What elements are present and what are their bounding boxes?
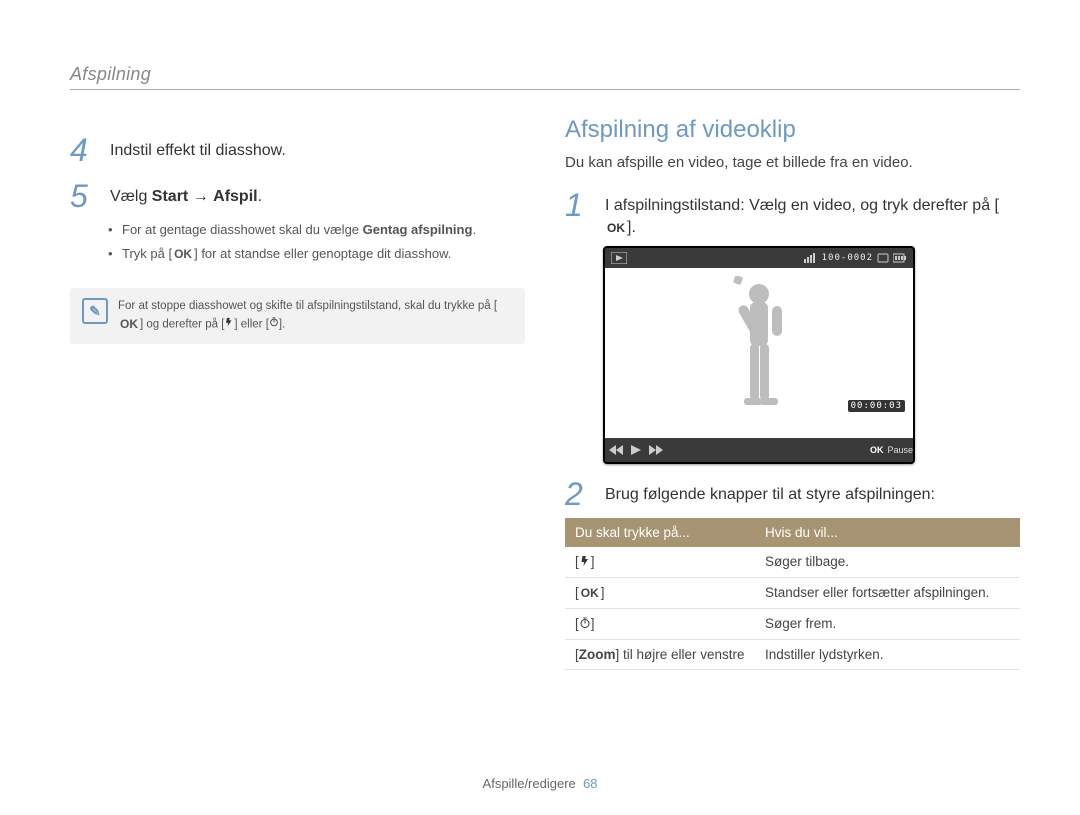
ok-icon: OK [172,244,194,264]
timecode: 00:00:03 [848,400,905,412]
step-number: 5 [70,180,98,212]
note-callout: ✎ For at stoppe diasshowet og skifte til… [70,288,525,344]
status-icons: 100-0002 [804,253,907,263]
signal-icon [804,253,818,263]
ok-icon: OK [579,585,601,601]
action-cell: Standser eller fortsætter afspilningen. [755,577,1020,608]
text: ] til højre eller venstre [616,647,745,662]
text: Vælg [110,188,152,205]
section-heading: Afspilning af videoklip [565,116,1020,144]
bold: Afspil [213,188,257,205]
flash-icon [579,555,591,570]
step-5: 5 Vælg Start → Afspil. [70,180,525,212]
table-row: [Zoom] til højre eller venstre Indstille… [565,640,1020,670]
arrow: → [188,188,213,205]
action-cell: Søger frem. [755,609,1020,640]
key-cell: [Zoom] til højre eller venstre [565,640,755,670]
manual-page: Afspilning 4 Indstil effekt til diasshow… [0,0,1080,815]
bullet-list: For at gentage diasshowet skal du vælge … [108,220,525,264]
play-icon [631,445,641,455]
text: ]. [279,318,285,330]
columns: 4 Indstil effekt til diasshow. 5 Vælg St… [70,120,1020,670]
step-1: 1 I afspilningstilstand: Vælg en video, … [565,189,1020,240]
battery-icon [893,253,907,263]
text: I afspilningstilstand: Vælg en video, og… [605,197,999,214]
text: Tryk på [ [122,246,172,261]
bold: Gentag afspilning [363,222,473,237]
table-header: Du skal trykke på... [565,518,755,547]
status-bar: 100-0002 [605,248,913,268]
ok-icon: OK [605,219,627,238]
controls-table: Du skal trykke på... Hvis du vil... [] S… [565,518,1020,670]
playback-bar: OK Pause [605,438,913,462]
text: ]. [627,219,636,236]
play-mode-icon [611,252,627,264]
bold: Start [152,188,188,205]
step-2: 2 Brug følgende knapper til at styre afs… [565,478,1020,510]
text: For at gentage diasshowet skal du vælge [122,222,363,237]
note-body: For at stoppe diasshowet og skifte til a… [118,298,513,334]
forward-icon [649,445,663,455]
ok-icon: OK [118,315,140,334]
key-cell: [] [565,609,755,640]
step-text: Brug følgende knapper til at styre afspi… [605,478,935,506]
step-number: 4 [70,134,98,166]
list-item: For at gentage diasshowet skal du vælge … [108,220,525,240]
text: ] og derefter på [ [140,318,224,330]
flash-icon [224,316,234,333]
text: ] eller [ [234,318,269,330]
text: . [472,222,476,237]
timer-icon [579,617,591,632]
ok-pause-hint: OK Pause [864,445,913,455]
text: For at stoppe diasshowet og skifte til a… [118,300,497,312]
key-cell: [] [565,547,755,577]
action-cell: Søger tilbage. [755,547,1020,577]
bold: Zoom [579,647,616,662]
rewind-icon [609,445,623,455]
text: ] for at standse eller genoptage dit dia… [194,246,451,261]
page-footer: Afspille/redigere 68 [0,776,1080,791]
left-column: 4 Indstil effekt til diasshow. 5 Vælg St… [70,120,525,670]
footer-section: Afspille/redigere [483,776,576,791]
camera-preview: 100-0002 [603,246,915,464]
action-cell: Indstiller lydstyrken. [755,640,1020,670]
table-row: [] Søger frem. [565,609,1020,640]
right-column: Afspilning af videoklip Du kan afspille … [565,120,1020,670]
memory-icon [877,253,889,263]
table-row: [OK] Standser eller fortsætter afspilnin… [565,577,1020,608]
pause-label: Pause [887,445,913,455]
video-frame: 00:00:03 [605,268,913,438]
note-icon: ✎ [82,298,108,324]
step-4: 4 Indstil effekt til diasshow. [70,134,525,166]
text: . [258,188,262,205]
page-number: 68 [583,776,597,791]
step-number: 2 [565,478,593,510]
key-cell: [OK] [565,577,755,608]
timer-icon [269,316,279,333]
ok-label: OK [870,445,884,455]
person-silhouette [714,276,804,431]
list-item: Tryk på [OK] for at standse eller genopt… [108,244,525,265]
step-number: 1 [565,189,593,221]
section-lede: Du kan afspille en video, tage et billed… [565,154,1020,171]
table-header: Hvis du vil... [755,518,1020,547]
step-text: Vælg Start → Afspil. [110,180,262,208]
step-text: I afspilningstilstand: Vælg en video, og… [605,189,1020,240]
running-head: Afspilning [70,64,1020,90]
table-row: [] Søger tilbage. [565,547,1020,577]
step-text: Indstil effekt til diasshow. [110,134,286,162]
file-counter: 100-0002 [822,253,873,263]
